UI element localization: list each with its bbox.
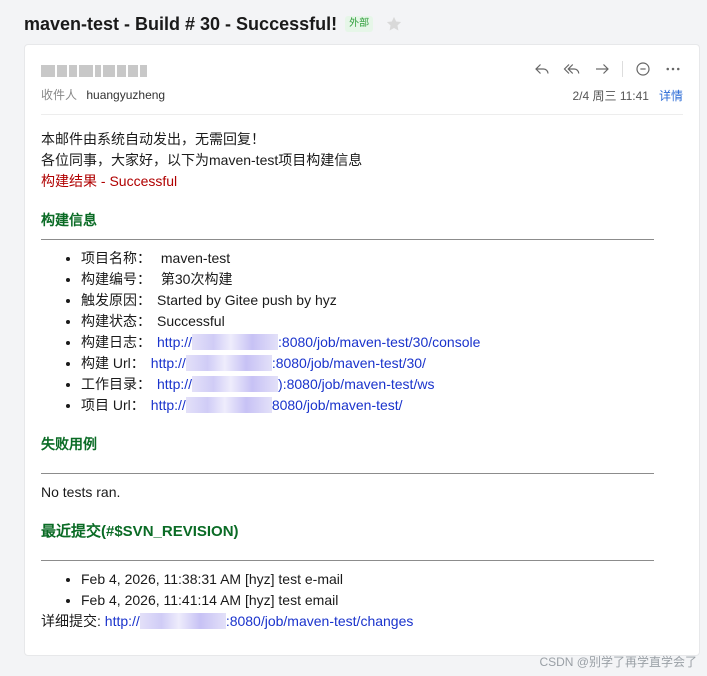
- details-label: 详细提交:: [41, 613, 101, 629]
- intro-line-1: 本邮件由系统自动发出，无需回复！: [41, 131, 265, 147]
- recipient-row: 收件人 huangyuzheng: [41, 86, 165, 103]
- comment-icon[interactable]: [633, 59, 653, 79]
- list-item: 构建编号： 第30次构建: [81, 269, 661, 290]
- email-datetime: 2/4 周三 11:41: [572, 89, 649, 103]
- recipient-label: 收件人: [41, 88, 78, 102]
- recipient-name[interactable]: huangyuzheng: [86, 88, 165, 102]
- reply-icon[interactable]: [532, 59, 552, 79]
- email-body: 本邮件由系统自动发出，无需回复！ 各位同事，大家好，以下为maven-test项…: [41, 129, 661, 632]
- changes-link[interactable]: http://:8080/job/maven-test/changes: [105, 613, 413, 629]
- redacted-host: [139, 613, 226, 629]
- list-item: Feb 4, 2026, 11:41:14 AM [hyz] test emai…: [81, 590, 661, 611]
- csdn-watermark: CSDN @别学了再学直学会了: [539, 655, 697, 669]
- build-result: 构建结果 - Successful: [41, 173, 178, 189]
- external-tag: 外部: [345, 16, 374, 32]
- reply-all-icon[interactable]: [562, 59, 582, 79]
- commit-details-row: 详细提交: http://:8080/job/maven-test/change…: [41, 611, 661, 632]
- star-icon[interactable]: [385, 15, 403, 33]
- email-meta: 2/4 周三 11:41 详情: [572, 87, 683, 104]
- list-item: 构建状态：Successful: [81, 311, 661, 332]
- intro-line-2: 各位同事，大家好，以下为maven-test项目构建信息: [41, 152, 363, 168]
- detail-link[interactable]: 详情: [659, 87, 683, 104]
- build-info-list: 项目名称： maven-test 构建编号： 第30次构建 触发原因：Start…: [41, 248, 661, 416]
- list-item: 构建 Url：http://:8080/job/maven-test/30/: [81, 353, 661, 374]
- header-actions: [532, 59, 683, 79]
- list-item: 构建日志：http://:8080/job/maven-test/30/cons…: [81, 332, 661, 353]
- more-icon[interactable]: [663, 59, 683, 79]
- forward-icon[interactable]: [592, 59, 612, 79]
- list-item: Feb 4, 2026, 11:38:31 AM [hyz] test e-ma…: [81, 569, 661, 590]
- list-item: 项目名称： maven-test: [81, 248, 661, 269]
- redacted-host: [192, 334, 279, 350]
- redacted-host: [185, 355, 272, 371]
- subject-bar: maven-test - Build # 30 - Successful! 外部: [24, 10, 697, 38]
- commit-list: Feb 4, 2026, 11:38:31 AM [hyz] test e-ma…: [41, 569, 661, 611]
- divider: [41, 560, 654, 561]
- no-tests-text: No tests ran.: [41, 484, 121, 500]
- action-divider: [622, 61, 623, 77]
- divider: [41, 239, 654, 240]
- email-subject: maven-test - Build # 30 - Successful!: [24, 13, 338, 34]
- recent-commits-title: 最近提交(#$SVN_REVISION): [41, 523, 239, 540]
- build-info-title: 构建信息: [41, 212, 97, 228]
- list-item: 触发原因：Started by Gitee push by hyz: [81, 290, 661, 311]
- list-item: 项目 Url：http://8080/job/maven-test/: [81, 395, 661, 416]
- fail-cases-title: 失败用例: [41, 436, 97, 452]
- email-card: 收件人 huangyuzheng 2/4 周三 11:41 详情 本邮件由系统自…: [24, 44, 700, 656]
- list-item: 工作目录：http://):8080/job/maven-test/ws: [81, 374, 661, 395]
- sender-redacted: [41, 63, 171, 79]
- redacted-host: [192, 376, 279, 392]
- project-url-link[interactable]: http://8080/job/maven-test/: [151, 397, 403, 413]
- console-link[interactable]: http://:8080/job/maven-test/30/console: [157, 334, 480, 350]
- workspace-link[interactable]: http://):8080/job/maven-test/ws: [157, 376, 434, 392]
- divider: [41, 473, 654, 474]
- redacted-host: [185, 397, 272, 413]
- email-header: 收件人 huangyuzheng 2/4 周三 11:41 详情: [41, 59, 683, 115]
- build-url-link[interactable]: http://:8080/job/maven-test/30/: [151, 355, 426, 371]
